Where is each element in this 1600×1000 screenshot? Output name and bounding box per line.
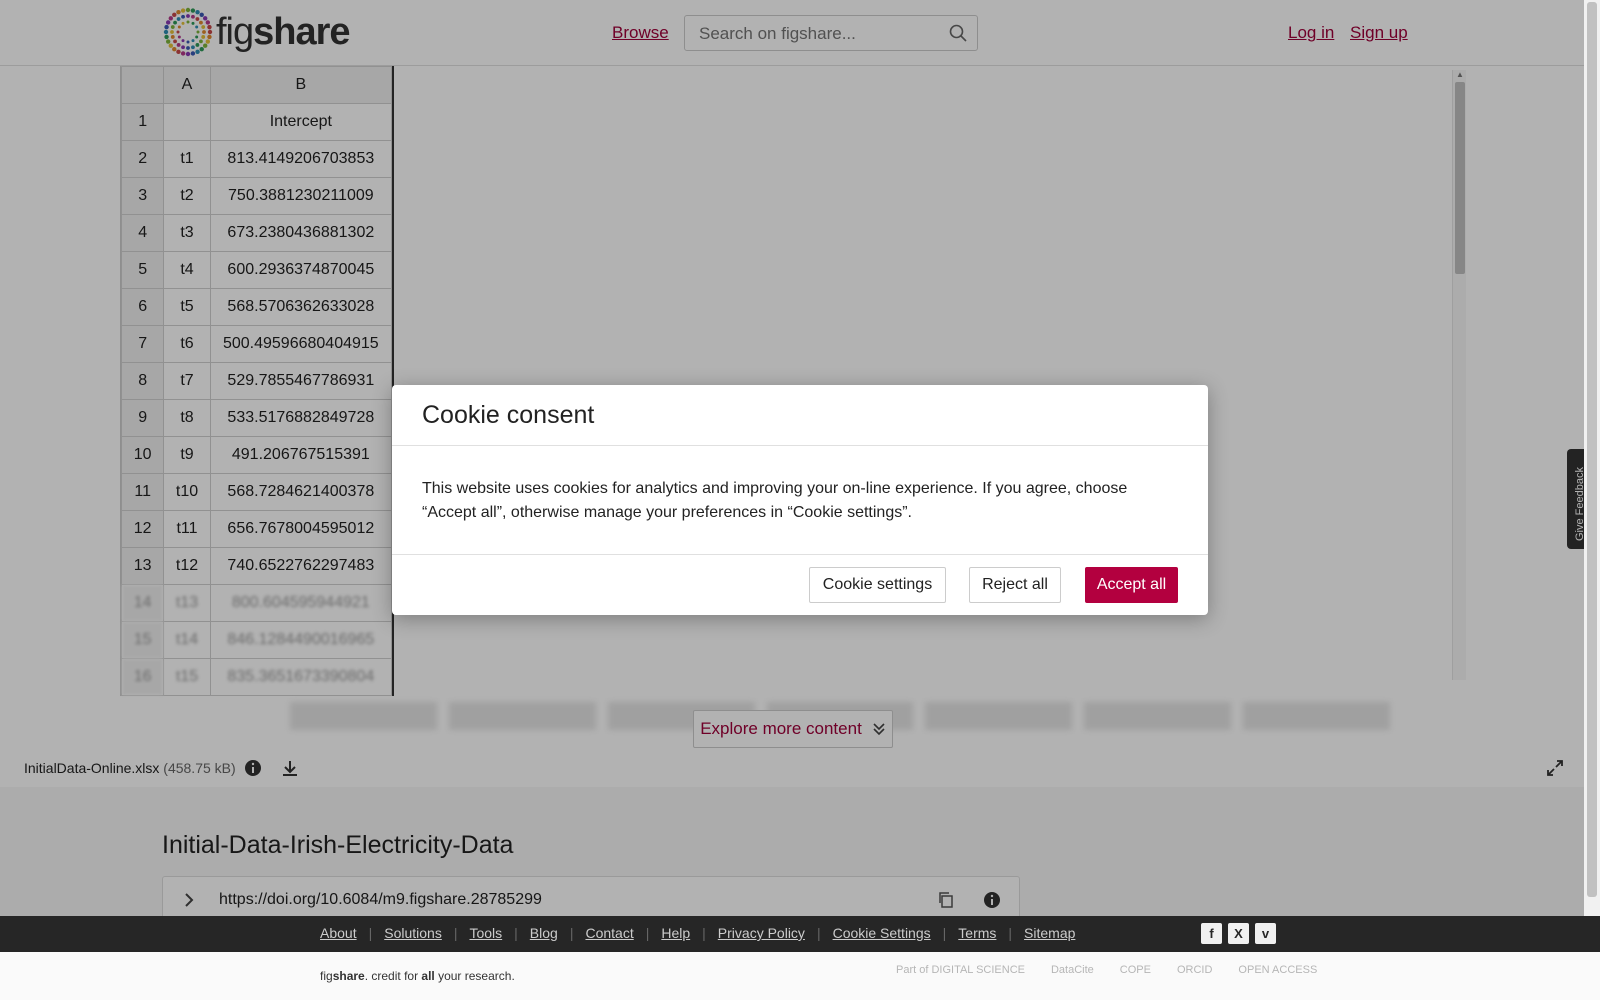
separator: | (569, 925, 574, 941)
page-scrollbar[interactable] (1584, 0, 1600, 916)
footer-link[interactable]: Terms (958, 925, 996, 941)
open-access-logo[interactable]: OPEN ACCESS (1238, 964, 1317, 976)
facebook-icon[interactable]: f (1201, 923, 1222, 944)
footer-link[interactable]: About (320, 925, 357, 941)
separator: | (514, 925, 518, 941)
footer-tagline: figshare. credit for all your research. (320, 969, 515, 983)
cope-logo[interactable]: COPE (1120, 964, 1151, 976)
footer-link[interactable]: Sitemap (1024, 925, 1075, 941)
accept-all-button[interactable]: Accept all (1085, 567, 1178, 603)
footer-bottom: figshare. credit for all your research. … (0, 952, 1600, 1000)
footer-links: About | Solutions | Tools | Blog | Contact | Help |… (320, 925, 1075, 941)
separator: | (368, 925, 373, 941)
vimeo-icon[interactable]: v (1255, 923, 1276, 944)
cookie-consent-dialog: Cookie consent This website uses cookies… (392, 385, 1208, 615)
separator: | (645, 925, 650, 941)
footer-link[interactable]: Tools (469, 925, 502, 941)
separator: | (702, 925, 706, 941)
dialog-title: Cookie consent (422, 401, 595, 429)
partner-logos: Part of DIGITAL SCIENCE DataCite COPE OR… (896, 964, 1317, 976)
footer-link[interactable]: Help (661, 925, 690, 941)
footer-link[interactable]: Cookie Settings (833, 925, 931, 941)
social-links: f X v (1201, 923, 1276, 944)
footer-link[interactable]: Privacy Policy (718, 925, 805, 941)
dialog-body: This website uses cookies for analytics … (422, 480, 1128, 521)
separator: | (816, 925, 821, 941)
footer-link[interactable]: Blog (530, 925, 558, 941)
orcid-logo[interactable]: ORCID (1177, 964, 1212, 976)
footer-link[interactable]: Solutions (384, 925, 442, 941)
separator: | (453, 925, 458, 941)
page-scrollbar-thumb[interactable] (1587, 2, 1597, 897)
x-twitter-icon[interactable]: X (1228, 923, 1249, 944)
separator: | (1008, 925, 1013, 941)
cookie-settings-button[interactable]: Cookie settings (809, 567, 946, 603)
divider (392, 445, 1208, 446)
footer-nav: About | Solutions | Tools | Blog | Contact | Help |… (0, 916, 1600, 952)
reject-all-button[interactable]: Reject all (969, 567, 1061, 603)
digital-science-logo[interactable]: Part of DIGITAL SCIENCE (896, 964, 1025, 976)
footer-link[interactable]: Contact (585, 925, 633, 941)
separator: | (942, 925, 947, 941)
datacite-logo[interactable]: DataCite (1051, 964, 1094, 976)
divider (392, 554, 1208, 555)
